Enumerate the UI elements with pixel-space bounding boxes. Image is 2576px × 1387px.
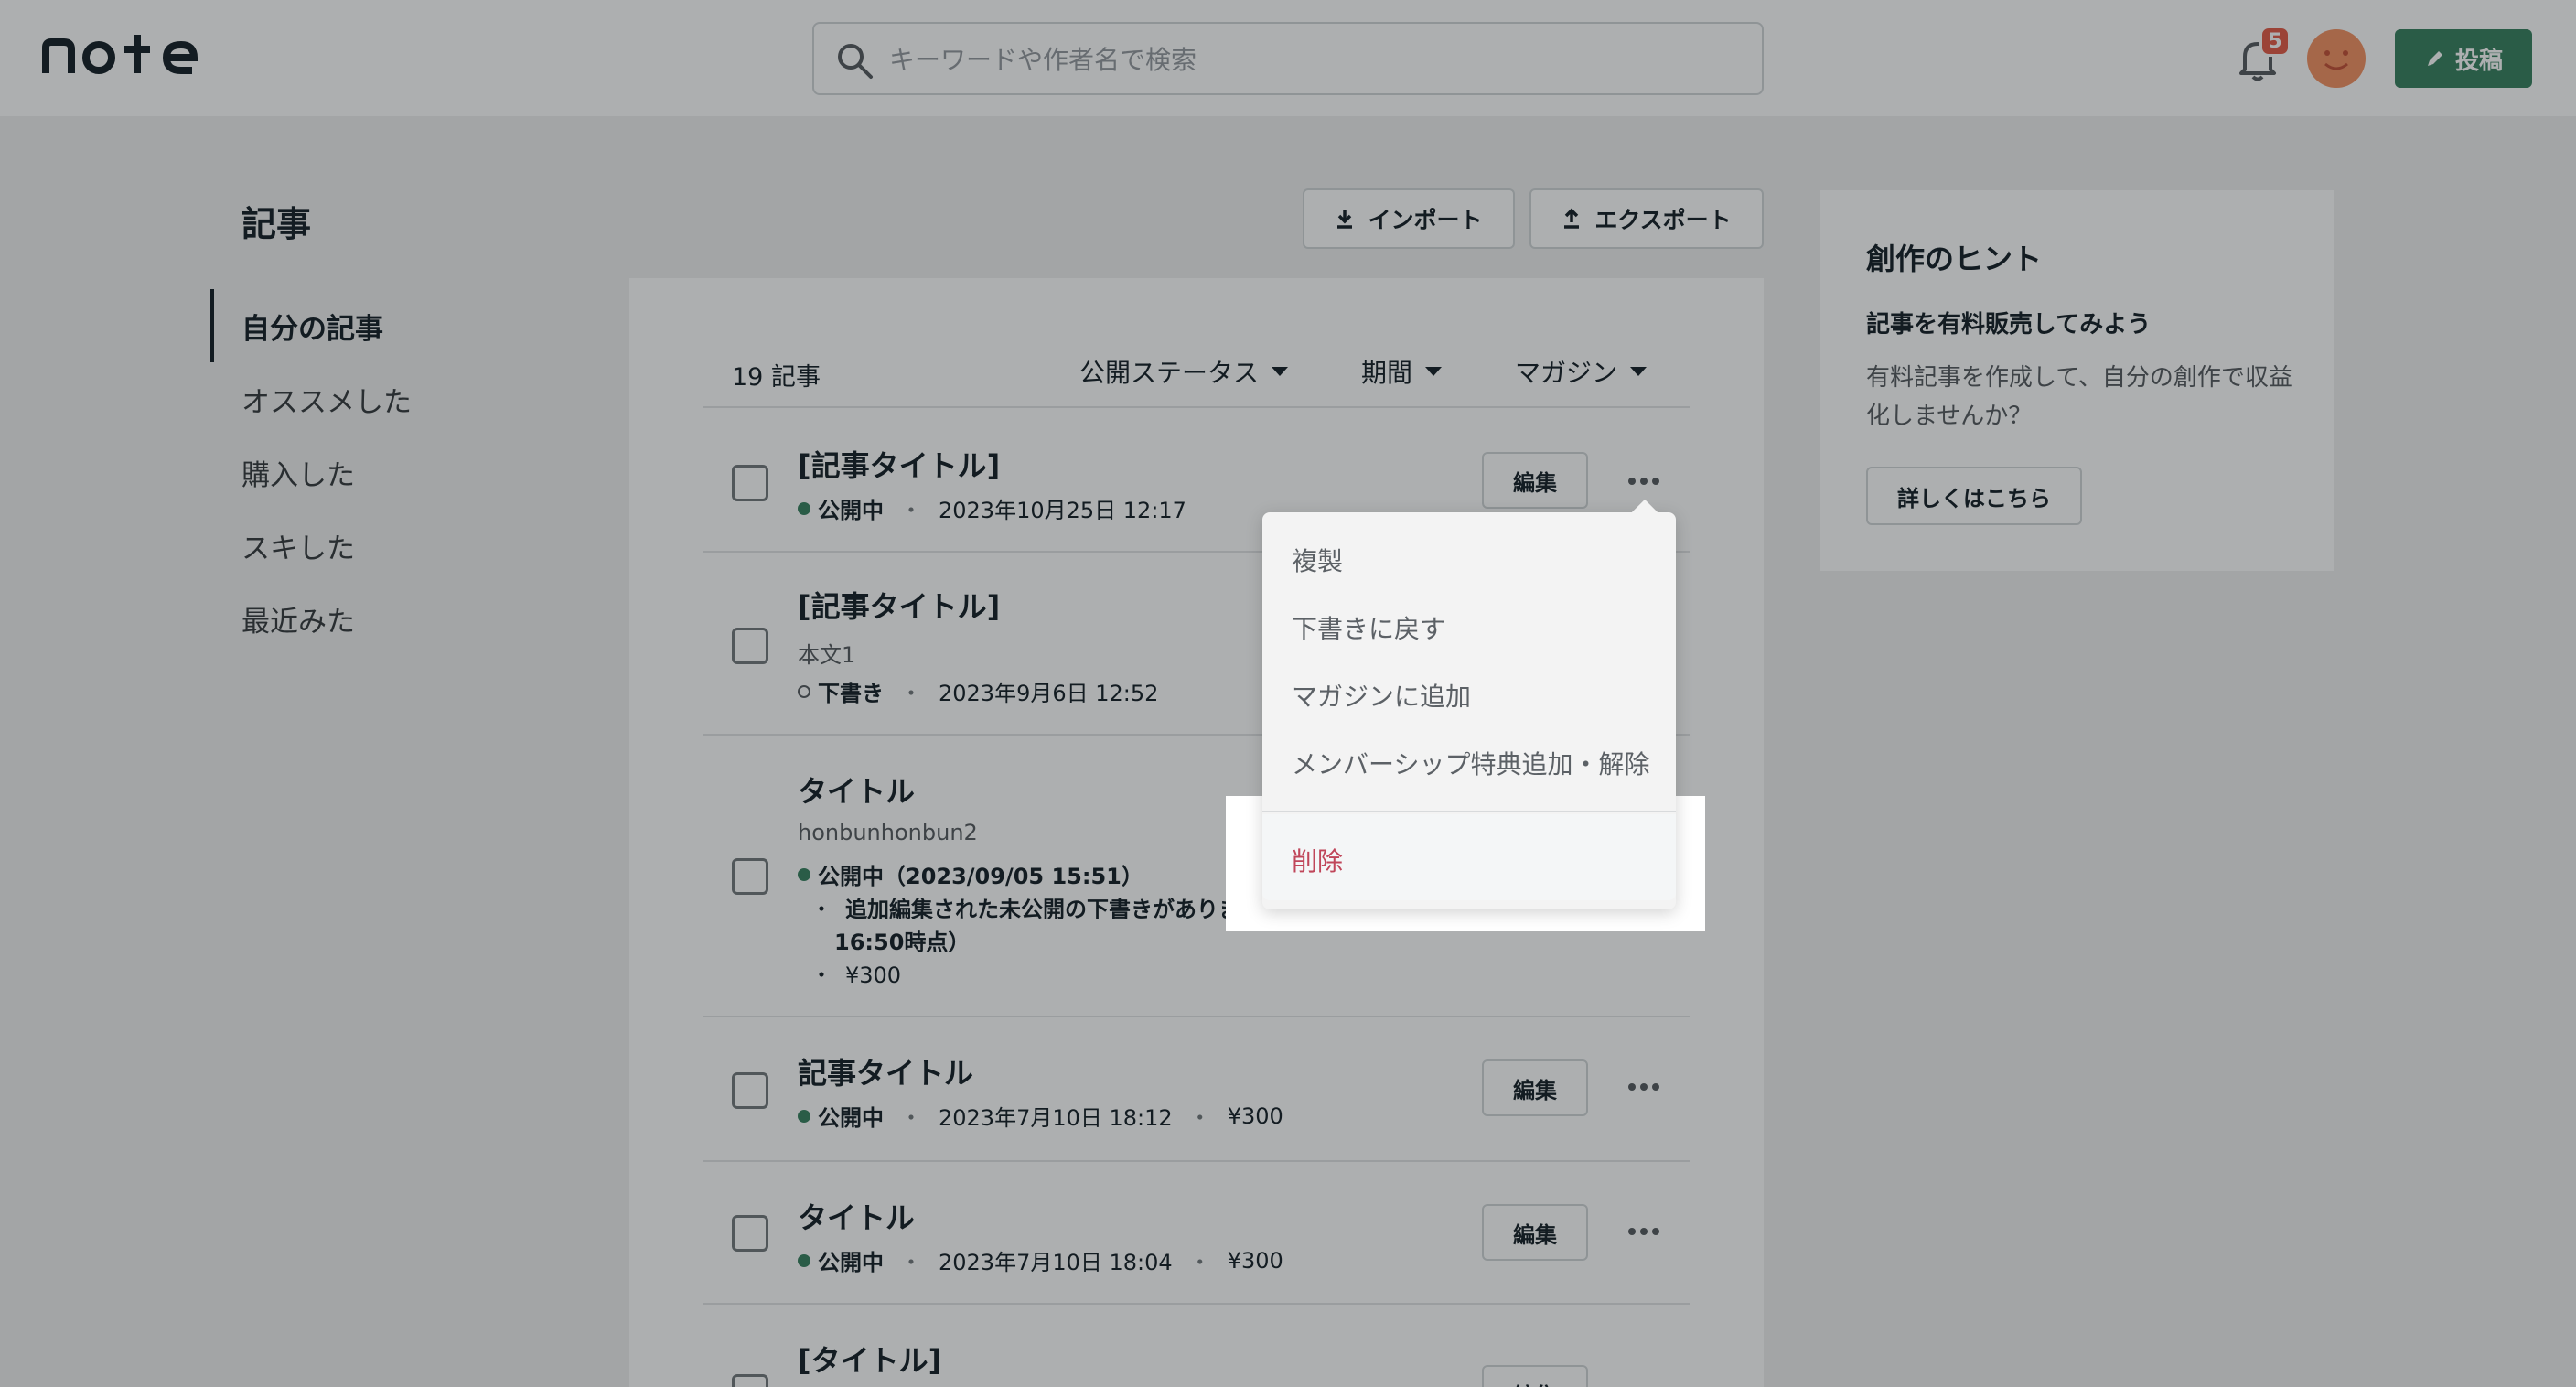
menu-divider xyxy=(1262,811,1676,812)
menu-item-membership[interactable]: メンバーシップ特典追加・解除 xyxy=(1292,745,1649,781)
menu-item-duplicate[interactable]: 複製 xyxy=(1292,542,1343,578)
menu-item-revert-draft[interactable]: 下書きに戻す xyxy=(1292,609,1445,646)
menu-item-add-magazine[interactable]: マガジンに追加 xyxy=(1292,677,1471,714)
context-menu: 複製 下書きに戻す マガジンに追加 メンバーシップ特典追加・解除 削除 xyxy=(1262,512,1676,909)
menu-item-delete[interactable]: 削除 xyxy=(1292,842,1343,878)
